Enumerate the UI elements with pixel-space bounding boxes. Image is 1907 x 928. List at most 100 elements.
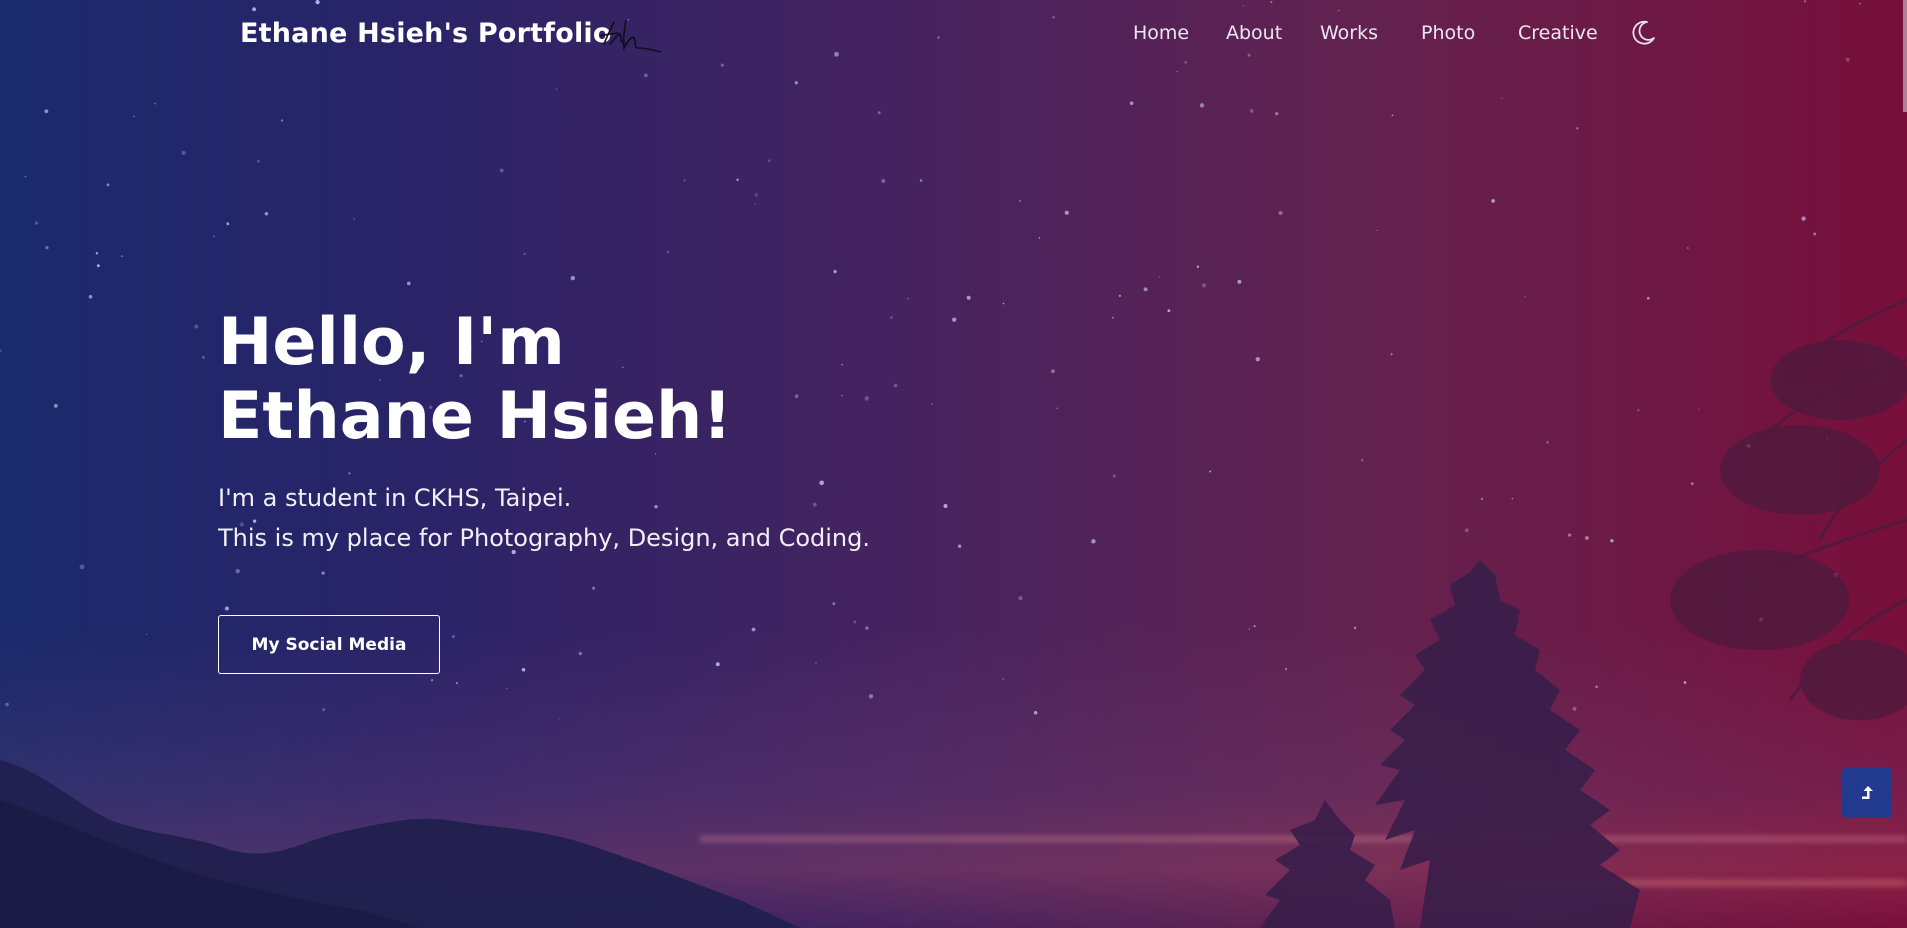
star [506, 687, 508, 690]
star [1481, 498, 1484, 500]
star [44, 109, 49, 114]
star [853, 620, 857, 624]
star [523, 252, 526, 256]
star [877, 111, 881, 115]
star [181, 150, 186, 155]
star [499, 168, 504, 173]
star [353, 218, 355, 220]
star [736, 178, 739, 181]
star [1050, 369, 1055, 374]
tree-silhouette [1260, 560, 1640, 928]
star [1646, 296, 1650, 300]
star [154, 102, 157, 105]
nav-home[interactable]: Home [1133, 22, 1189, 44]
star [120, 255, 123, 258]
star [644, 73, 648, 78]
hero-background: Ethane Hsieh's Portfolio Home About Work… [0, 0, 1907, 928]
star [1248, 628, 1251, 631]
star [683, 179, 686, 182]
hero-headline: Hello, I'm Ethane Hsieh! [218, 306, 732, 454]
star [1376, 229, 1378, 232]
star [1285, 668, 1288, 671]
nav-about[interactable]: About [1226, 22, 1282, 44]
star [451, 635, 455, 639]
star [558, 718, 561, 720]
star [455, 682, 458, 685]
star [1002, 678, 1005, 680]
star [1118, 294, 1122, 297]
star [145, 633, 148, 636]
star [1196, 265, 1200, 268]
star [1275, 112, 1279, 116]
star [1158, 275, 1161, 278]
star [1249, 109, 1254, 113]
star [907, 297, 909, 300]
star [1112, 474, 1116, 478]
star [881, 178, 886, 184]
star [5, 702, 9, 707]
star [88, 294, 93, 299]
arrow-up-icon [1862, 786, 1873, 799]
social-media-button[interactable]: My Social Media [218, 615, 440, 674]
star [832, 602, 836, 606]
star [841, 363, 843, 366]
star [1112, 316, 1114, 319]
star [1255, 356, 1261, 362]
star [1545, 440, 1550, 444]
star [1002, 302, 1005, 305]
star [966, 295, 971, 300]
star [1568, 533, 1572, 537]
star [1018, 199, 1022, 203]
star [1167, 309, 1171, 313]
nav-creative[interactable]: Creative [1518, 22, 1598, 44]
star [943, 503, 948, 509]
star [952, 317, 957, 322]
star [95, 252, 99, 255]
star [751, 627, 756, 632]
star [1278, 210, 1283, 216]
star [1143, 287, 1148, 292]
star [322, 708, 326, 711]
star [1801, 216, 1806, 221]
star [1018, 595, 1023, 601]
scroll-to-top-button[interactable] [1842, 768, 1892, 818]
star [768, 159, 771, 162]
star [96, 264, 100, 268]
star [1253, 625, 1256, 628]
star [226, 222, 230, 226]
night-landscape [0, 0, 1907, 928]
star [555, 88, 558, 90]
star [1686, 246, 1689, 250]
star [1683, 681, 1687, 684]
moon-icon[interactable] [1628, 18, 1658, 48]
star [667, 251, 669, 253]
star [106, 183, 110, 187]
star [1033, 711, 1038, 715]
star [1501, 97, 1503, 100]
star [1390, 353, 1393, 356]
star [1585, 536, 1589, 540]
star [194, 324, 199, 329]
star [1524, 295, 1526, 298]
star [1511, 497, 1514, 500]
star [406, 281, 411, 286]
star [890, 316, 893, 319]
nav-photo[interactable]: Photo [1421, 22, 1475, 44]
star [919, 179, 923, 182]
star [430, 679, 434, 682]
top-navbar: Ethane Hsieh's Portfolio Home About Work… [0, 0, 1907, 70]
star [1698, 408, 1700, 411]
site-title[interactable]: Ethane Hsieh's Portfolio [240, 18, 612, 49]
star [868, 694, 874, 699]
star [348, 472, 351, 475]
star [1056, 407, 1059, 410]
page-scrollbar[interactable] [1903, 0, 1907, 112]
star [1637, 408, 1640, 412]
star [1199, 103, 1205, 108]
star [321, 571, 325, 575]
star [1209, 470, 1212, 473]
nav-works[interactable]: Works [1320, 22, 1378, 44]
star [1038, 237, 1041, 239]
star [1464, 528, 1469, 533]
star [1576, 127, 1579, 130]
